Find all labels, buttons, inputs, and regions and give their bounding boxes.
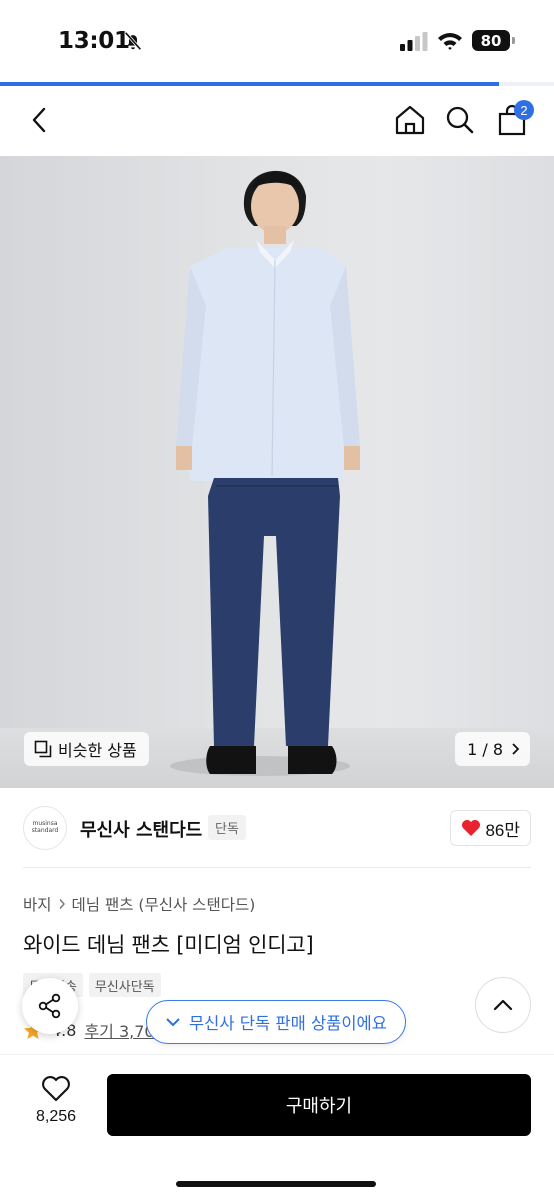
brand-like-count: 86만 [485,820,520,840]
wifi-icon [438,32,462,50]
brand-like-button[interactable]: 86만 [450,810,531,846]
status-time: 13:01 [58,28,130,54]
chevron-right-icon [512,743,520,755]
product-photo [170,170,360,776]
battery-indicator: 80 [472,30,515,51]
status-bar: 13:01 80 [0,0,554,84]
purchase-bar: 8,256 구매하기 [0,1054,554,1200]
chevron-left-icon [32,107,46,133]
product-title: 와이드 데님 팬츠 [미디엄 인디고] [23,933,314,957]
cart-count-badge: 2 [514,100,534,120]
heart-outline-icon [42,1076,70,1102]
image-counter[interactable]: 1 / 8 [455,732,530,766]
breadcrumb-item[interactable]: 데님 팬츠 (무신사 스탠다드) [72,893,256,915]
breadcrumb-item[interactable]: 바지 [23,893,52,915]
similar-products-label: 비슷한 상품 [58,741,137,760]
brand-row: musinsa standard 무신사 스탠다드 단독 86만 [0,800,554,858]
similar-items-icon [34,740,52,758]
similar-products-button[interactable]: 비슷한 상품 [24,732,149,766]
signal-icon [400,31,428,51]
status-indicators: 80 [400,30,515,51]
chevron-down-icon [166,1018,180,1027]
back-button[interactable] [18,98,62,142]
home-button[interactable] [388,98,432,142]
image-counter-text: 1 / 8 [467,739,503,759]
section-divider [23,867,531,868]
product-image-carousel[interactable]: 비슷한 상품 1 / 8 [0,156,554,788]
share-icon [38,993,61,1019]
exclusive-product-toast[interactable]: 무신사 단독 판매 상품이에요 [146,1000,406,1044]
brand-exclusive-tag: 단독 [208,815,246,840]
brand-name-link[interactable]: 무신사 스탠다드 [80,816,202,842]
buy-button[interactable]: 구매하기 [107,1074,531,1136]
breadcrumb-chevron-icon [59,899,65,909]
home-indicator [176,1181,376,1187]
silent-bell-icon [124,31,142,51]
scroll-top-button[interactable] [475,977,531,1033]
review-count-link[interactable]: 후기 3,70 [84,1018,154,1042]
chevron-up-icon [493,999,513,1011]
home-icon [395,105,425,135]
top-nav-bar: 2 [0,86,554,156]
exclusive-product-text: 무신사 단독 판매 상품이에요 [189,1014,387,1033]
heart-filled-icon [462,820,481,836]
brand-logo-line2: standard [31,827,59,834]
tag-exclusive: 무신사단독 [88,973,161,997]
share-button[interactable] [22,978,78,1034]
search-icon [446,106,474,134]
wishlist-button[interactable]: 8,256 [24,1075,88,1141]
brand-logo[interactable]: musinsa standard [23,806,67,850]
wishlist-count: 8,256 [35,1108,77,1125]
search-button[interactable] [438,98,482,142]
category-breadcrumb: 바지 데님 팬츠 (무신사 스탠다드) [23,893,255,915]
cart-button[interactable]: 2 [490,98,534,142]
